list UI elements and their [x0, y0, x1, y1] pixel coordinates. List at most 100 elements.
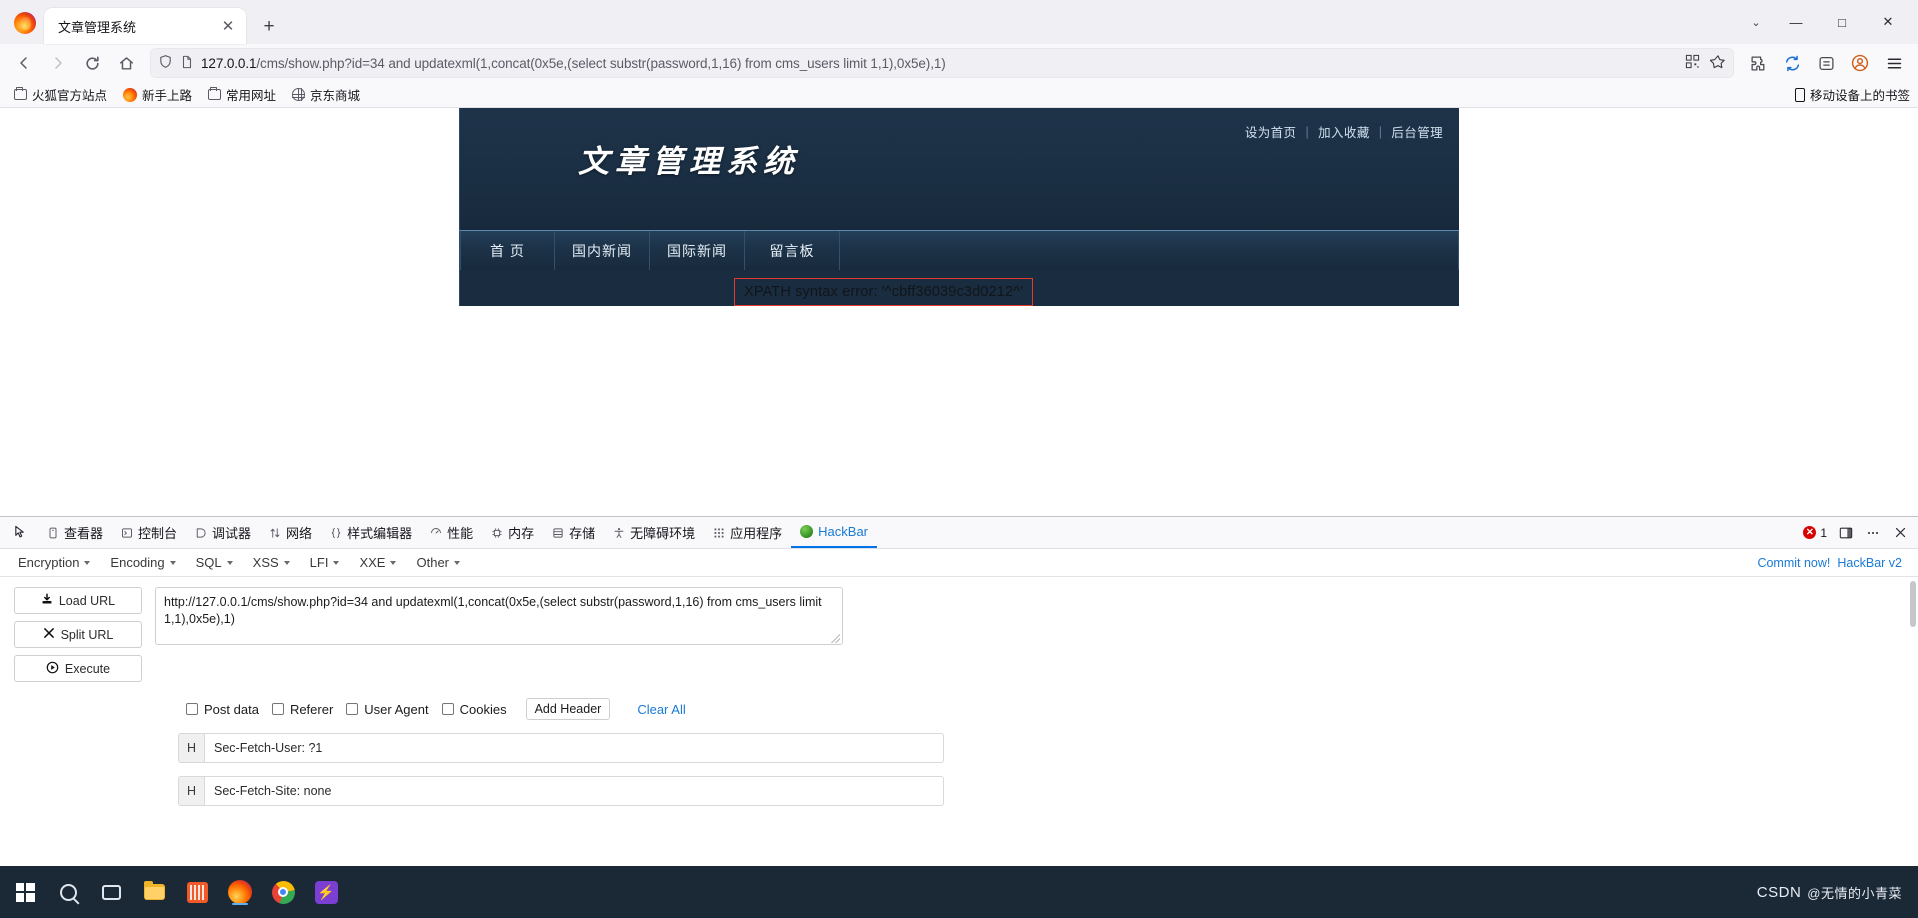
cookies-checkbox[interactable] [441, 703, 454, 715]
hackbar-menu-xxe[interactable]: XXE [349, 552, 406, 573]
star-bookmark-icon[interactable] [1709, 54, 1726, 73]
hackbar-menu-sql[interactable]: SQL [186, 552, 243, 573]
watermark-brand: CSDN [1756, 883, 1802, 901]
chevron-down-icon [226, 560, 233, 565]
option-post-data[interactable]: Post data [186, 702, 259, 717]
qr-code-icon[interactable] [1685, 54, 1700, 72]
header-value-input[interactable]: Sec-Fetch-Site: none [205, 777, 943, 805]
dock-layout-icon[interactable] [1838, 525, 1854, 541]
devtools-tab-application[interactable]: 应用程序 [704, 517, 791, 548]
purple-app-icon[interactable]: ⚡ [311, 877, 341, 907]
bookmark-item-2[interactable]: 常用网址 [202, 82, 282, 107]
sync-arrow-icon[interactable] [1776, 48, 1808, 78]
devtools-tab-style-editor[interactable]: 样式编辑器 [321, 517, 421, 548]
hamburger-menu-icon[interactable] [1878, 48, 1910, 78]
reload-button[interactable] [76, 48, 108, 78]
devtools-tab-network[interactable]: 网络 [260, 517, 321, 548]
debugger-icon [195, 527, 207, 539]
site-nav-international-news[interactable]: 国际新闻 [650, 231, 745, 270]
bookmark-item-3[interactable]: 京东商城 [286, 82, 366, 107]
close-tab-icon[interactable]: ✕ [218, 16, 238, 36]
start-windows-icon[interactable] [10, 877, 40, 907]
forward-button[interactable] [42, 48, 74, 78]
user-agent-checkbox[interactable] [346, 703, 359, 715]
link-separator: | [1305, 124, 1310, 139]
hackbar-button-column: Load URL Split URL Execute [14, 587, 142, 682]
devtools-tab-memory[interactable]: 内存 [482, 517, 543, 548]
firefox-logo-icon [14, 12, 36, 34]
back-button[interactable] [8, 48, 40, 78]
hackbar-menu-encoding[interactable]: Encoding [100, 552, 185, 573]
home-button[interactable] [110, 48, 142, 78]
element-picker-icon[interactable] [6, 521, 34, 545]
tracking-protection-shield-icon[interactable] [158, 54, 173, 72]
referer-checkbox[interactable] [271, 703, 284, 715]
task-view-icon[interactable] [96, 877, 126, 907]
add-header-button[interactable]: Add Header [525, 698, 611, 720]
chevron-down-icon [390, 560, 397, 565]
header-type-indicator: H [179, 777, 205, 805]
site-nav-home[interactable]: 首 页 [460, 231, 555, 270]
set-homepage-link[interactable]: 设为首页 [1245, 122, 1297, 141]
option-user-agent[interactable]: User Agent [346, 702, 429, 717]
bookmarks-toolbar: 火狐官方站点 新手上路 常用网址 京东商城 移动设备上的书签 [0, 82, 1918, 108]
commit-now-link[interactable]: Commit now! [1757, 556, 1830, 570]
header-row[interactable]: H Sec-Fetch-Site: none [178, 776, 944, 806]
browser-tab[interactable]: 文章管理系统 ✕ [44, 8, 246, 44]
search-icon[interactable] [53, 877, 83, 907]
devtools-tab-accessibility[interactable]: 无障碍环境 [604, 517, 704, 548]
devtools-tab-performance[interactable]: 性能 [421, 517, 482, 548]
bookmark-item-1[interactable]: 新手上路 [117, 82, 198, 107]
site-nav-message-board[interactable]: 留言板 [745, 231, 840, 270]
admin-panel-link[interactable]: 后台管理 [1391, 122, 1443, 141]
maximize-button[interactable]: □ [1820, 6, 1864, 38]
close-devtools-icon[interactable] [1892, 525, 1908, 541]
menu-label: XXE [359, 555, 386, 570]
execute-button[interactable]: Execute [14, 655, 142, 682]
post-data-checkbox[interactable] [186, 703, 198, 715]
extensions-puzzle-icon[interactable] [1742, 48, 1774, 78]
close-window-button[interactable]: ✕ [1866, 6, 1910, 38]
file-explorer-icon[interactable] [139, 877, 169, 907]
hackbar-url-textarea[interactable]: http://127.0.0.1/cms/show.php?id=34 and … [155, 587, 843, 645]
bookmark-label: 新手上路 [142, 89, 193, 103]
mobile-bookmarks-item[interactable]: 移动设备上的书签 [1794, 85, 1910, 104]
hackbar-menu-other[interactable]: Other [406, 552, 470, 573]
bookmark-item-0[interactable]: 火狐官方站点 [8, 82, 113, 107]
load-url-button[interactable]: Load URL [14, 587, 142, 614]
devtools-tab-storage[interactable]: 存储 [543, 517, 604, 548]
bookmark-label: 常用网址 [226, 89, 277, 103]
devtools-tab-hackbar[interactable]: HackBar [791, 517, 878, 548]
more-options-icon[interactable] [1865, 525, 1881, 541]
devtools-scrollbar[interactable] [1910, 581, 1916, 627]
firefox-icon[interactable] [225, 877, 255, 907]
header-row[interactable]: H Sec-Fetch-User: ?1 [178, 733, 944, 763]
vscode-icon[interactable] [268, 877, 298, 907]
hackbar-menu-xss[interactable]: XSS [243, 552, 300, 573]
option-referer[interactable]: Referer [271, 702, 333, 717]
app-orange-icon[interactable] [182, 877, 212, 907]
hackbar-menu-lfi[interactable]: LFI [300, 552, 350, 573]
windows-taskbar: ⚡ CSDN @无情的小青菜 [0, 866, 1918, 918]
list-all-tabs-icon[interactable]: ⌄ [1740, 7, 1772, 37]
site-nav-domestic-news[interactable]: 国内新闻 [555, 231, 650, 270]
cms-site: 设为首页 | 加入收藏 | 后台管理 文章管理系统 首 页 国内新闻 国际新闻 … [459, 108, 1459, 306]
devtools-tab-console[interactable]: 控制台 [112, 517, 186, 548]
header-value-input[interactable]: Sec-Fetch-User: ?1 [205, 734, 943, 762]
save-page-icon[interactable] [1810, 48, 1842, 78]
devtools-tab-inspector[interactable]: 查看器 [38, 517, 112, 548]
clear-all-link[interactable]: Clear All [637, 702, 685, 717]
devtools-tab-debugger[interactable]: 调试器 [186, 517, 260, 548]
option-cookies[interactable]: Cookies [441, 702, 507, 717]
new-tab-button[interactable]: + [254, 11, 284, 41]
minimize-button[interactable]: — [1774, 6, 1818, 38]
url-bar[interactable]: 127.0.0.1/cms/show.php?id=34 and updatex… [150, 48, 1734, 78]
textarea-resize-handle[interactable] [831, 634, 840, 643]
firefox-browser-window: 文章管理系统 ✕ + ⌄ — □ ✕ 127.0.0.1/cms/show.ph… [0, 0, 1918, 918]
url-text[interactable]: 127.0.0.1/cms/show.php?id=34 and updatex… [201, 56, 1678, 71]
split-url-button[interactable]: Split URL [14, 621, 142, 648]
add-favorite-link[interactable]: 加入收藏 [1318, 122, 1370, 141]
account-avatar-icon[interactable] [1844, 48, 1876, 78]
error-count-badge[interactable]: ✕ 1 [1803, 526, 1827, 540]
hackbar-menu-encryption[interactable]: Encryption [8, 552, 100, 573]
